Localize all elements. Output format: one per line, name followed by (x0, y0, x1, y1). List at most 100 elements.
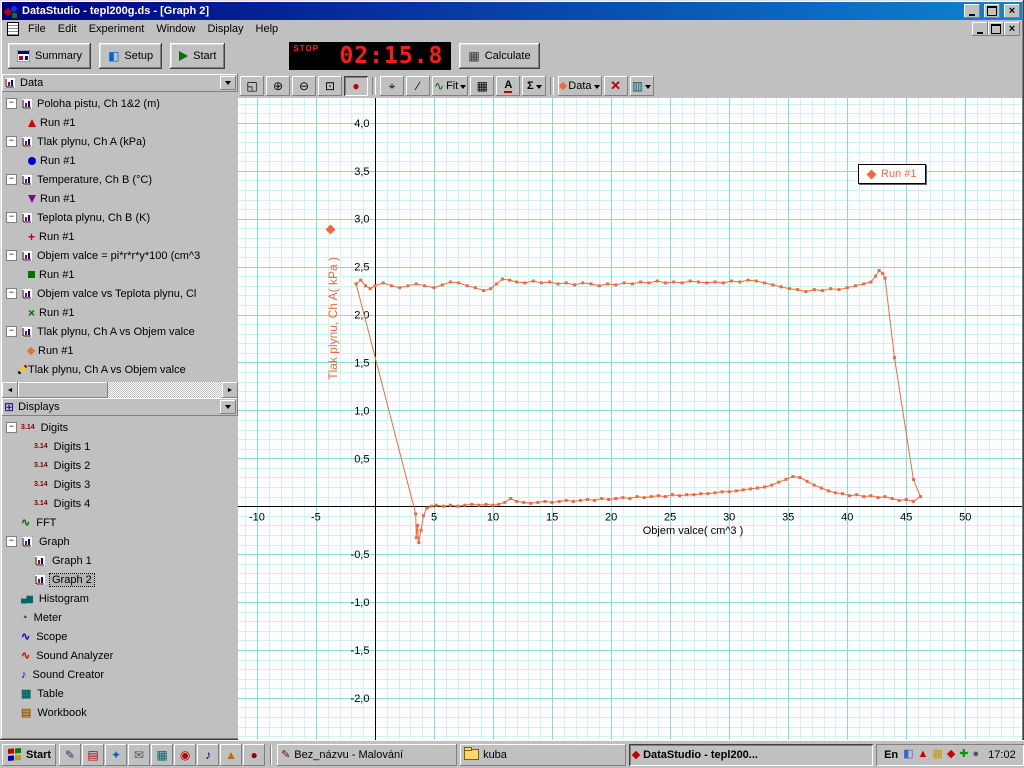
data-source-item[interactable]: − Objem valce = pi*r*r*y*100 (cm^3 (2, 246, 238, 265)
display-item-graph-2[interactable]: Graph 2 (2, 570, 238, 589)
statistics-dropdown[interactable]: Σ (522, 76, 547, 96)
graph-settings-dropdown[interactable]: ▥ (629, 76, 654, 96)
tray-icon-5[interactable]: ✚ (959, 749, 968, 760)
menu-window[interactable]: Window (150, 21, 201, 37)
child-window-icon[interactable] (7, 22, 19, 36)
data-source-item[interactable]: − Teplota plynu, Ch B (K) (2, 208, 238, 227)
zoom-in-button[interactable]: ⊕ (266, 76, 290, 96)
menu-file[interactable]: File (22, 21, 52, 37)
alarm-button[interactable]: ● (344, 76, 368, 96)
scroll-right-button[interactable]: ► (222, 382, 238, 398)
data-run-item[interactable]: Run #1 (2, 113, 238, 132)
data-source-item[interactable]: − Tlak plynu, Ch A (kPa) (2, 132, 238, 151)
data-run-item[interactable]: Run #1 (2, 151, 238, 170)
app-shortcut-icon-3[interactable]: ◉ (174, 744, 196, 766)
edit-shortcut-icon[interactable]: ✎ (59, 744, 81, 766)
expand-box-icon[interactable]: − (6, 136, 17, 147)
expand-box-icon[interactable]: − (6, 98, 17, 109)
tray-icon-3[interactable]: ▦ (932, 749, 942, 760)
scale-to-fit-button[interactable]: ◱ (240, 76, 264, 96)
menu-edit[interactable]: Edit (52, 21, 83, 37)
child-minimize-button[interactable] (972, 22, 988, 36)
expand-box-icon[interactable]: − (6, 326, 17, 337)
data-tree-hscrollbar[interactable]: ◄ ► (2, 382, 238, 398)
app-shortcut-icon-1[interactable]: ✦ (105, 744, 127, 766)
data-source-item[interactable]: − Objem valce vs Teplota plynu, Cl (2, 284, 238, 303)
expand-box-icon[interactable]: − (6, 288, 17, 299)
data-dropdown[interactable]: Data (558, 76, 602, 96)
document-shortcut-icon[interactable]: ▤ (82, 744, 104, 766)
data-source-item[interactable]: Tlak plynu, Ch A vs Objem valce (2, 360, 238, 379)
fit-dropdown[interactable]: ∿ Fit (432, 76, 469, 96)
display-item-graph[interactable]: − Graph (2, 532, 238, 551)
zoom-out-button[interactable]: ⊖ (292, 76, 316, 96)
tray-icon-6[interactable]: ● (973, 749, 980, 760)
task-button-1[interactable]: ✎ Bez_názvu - Malování (277, 743, 458, 766)
graph-canvas[interactable]: -10 -5 5 10 15 20 25 30 35 40 45 50 4,0 3,5 3,0 2,5 2,0 1… (238, 98, 1022, 740)
expand-box-icon[interactable]: − (6, 212, 17, 223)
text-tool-button[interactable]: A (496, 76, 521, 96)
app-shortcut-icon-5[interactable]: ● (243, 744, 265, 766)
graph-legend[interactable]: Run #1 (858, 164, 927, 184)
mail-shortcut-icon[interactable]: ✉ (128, 744, 150, 766)
menu-display[interactable]: Display (201, 21, 249, 37)
minimize-button[interactable] (964, 4, 980, 18)
data-run-item[interactable]: Run #1 (2, 265, 238, 284)
expand-box-icon[interactable]: − (6, 536, 17, 547)
start-menu-button[interactable]: Start (2, 743, 57, 766)
start-button[interactable]: Start (170, 43, 226, 69)
tray-icon-4[interactable]: ◆ (947, 749, 955, 760)
display-item-sound-creator[interactable]: ♪ Sound Creator (2, 665, 238, 684)
tray-icon-1[interactable]: ◧ (903, 749, 913, 760)
tray-icon-2[interactable]: ▲ (918, 749, 929, 760)
data-run-item[interactable]: + Run #1 (2, 227, 238, 246)
display-item-scope[interactable]: ∿ Scope (2, 627, 238, 646)
display-item-meter[interactable]: ◔ Meter (2, 608, 238, 627)
task-button-2[interactable]: kuba (460, 743, 627, 766)
display-item-digits-1[interactable]: 3.14 Digits 1 (2, 437, 238, 456)
app-shortcut-icon-4[interactable]: ▲ (220, 744, 242, 766)
data-run-item[interactable]: × Run #1 (2, 303, 238, 322)
smart-tool-button[interactable]: ⌖ (380, 76, 404, 96)
close-button[interactable]: × (1004, 4, 1020, 18)
data-run-item[interactable]: Run #1 (2, 341, 238, 360)
graph-plot-area[interactable]: -10 -5 5 10 15 20 25 30 35 40 45 50 4,0 3,5 3,0 2,5 2,0 1… (238, 98, 1022, 740)
display-item-workbook[interactable]: ▤ Workbook (2, 703, 238, 722)
menu-help[interactable]: Help (250, 21, 285, 37)
data-panel-menu-button[interactable] (220, 76, 236, 90)
app-shortcut-icon-2[interactable]: ▦ (151, 744, 173, 766)
child-restore-button[interactable] (988, 22, 1004, 36)
display-item-table[interactable]: ▦ Table (2, 684, 238, 703)
calculator-tool-button[interactable]: ▦ (470, 76, 495, 96)
displays-panel-menu-button[interactable] (220, 400, 236, 414)
expand-box-icon[interactable]: − (6, 422, 17, 433)
media-shortcut-icon[interactable]: ♪ (197, 744, 219, 766)
scroll-left-button[interactable]: ◄ (2, 382, 18, 398)
expand-box-icon[interactable]: − (6, 174, 17, 185)
display-item-digits[interactable]: −3.14 Digits (2, 418, 238, 437)
data-source-item[interactable]: − Tlak plynu, Ch A vs Objem valce (2, 322, 238, 341)
data-run-item[interactable]: Run #1 (2, 189, 238, 208)
task-button-3[interactable]: DataStudio - tepl200... (629, 743, 874, 766)
display-item-histogram[interactable]: ▄▆ Histogram (2, 589, 238, 608)
maximize-button[interactable] (984, 4, 1000, 18)
x-axis-label[interactable]: Objem valce( cm^3 ) (598, 525, 788, 537)
scroll-thumb[interactable] (18, 382, 108, 398)
display-item-digits-3[interactable]: 3.14 Digits 3 (2, 475, 238, 494)
calculate-button[interactable]: ▦ Calculate (459, 43, 540, 69)
data-source-item[interactable]: − Poloha pistu, Ch 1&2 (m) (2, 94, 238, 113)
zoom-select-button[interactable]: ⊡ (318, 76, 342, 96)
display-item-graph-1[interactable]: Graph 1 (2, 551, 238, 570)
expand-box-icon[interactable]: − (6, 250, 17, 261)
child-close-button[interactable]: × (1004, 22, 1020, 36)
setup-button[interactable]: ◧ Setup (99, 43, 163, 69)
display-item-digits-4[interactable]: 3.14 Digits 4 (2, 494, 238, 513)
display-item-sound-analyzer[interactable]: ∿ Sound Analyzer (2, 646, 238, 665)
remove-button[interactable]: ✕ (603, 76, 628, 96)
display-item-fft[interactable]: ∿ FFT (2, 513, 238, 532)
menu-experiment[interactable]: Experiment (83, 21, 151, 37)
display-item-digits-2[interactable]: 3.14 Digits 2 (2, 456, 238, 475)
summary-button[interactable]: Summary (8, 43, 92, 69)
y-axis-label[interactable]: Tlak plynu, Ch A( kPa ) (326, 218, 340, 418)
data-source-item[interactable]: − Temperature, Ch B (°C) (2, 170, 238, 189)
